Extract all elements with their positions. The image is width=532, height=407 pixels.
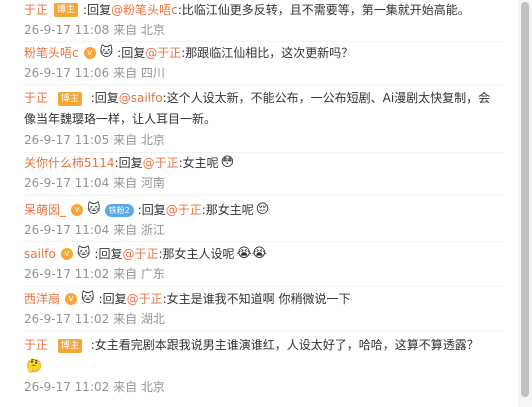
scrollbar[interactable] bbox=[518, 0, 532, 407]
author-badge: 博主 bbox=[57, 338, 82, 353]
reply-prefix: :回复 bbox=[94, 247, 123, 261]
scrollbar-thumb[interactable] bbox=[521, 2, 529, 397]
commenter-name[interactable]: sailfo bbox=[24, 244, 56, 264]
comment-item: 于正 博主 :回复@sailfo:这个人设太新，不能公布，一公布短剧、Ai漫剧太… bbox=[24, 88, 498, 150]
comment-item: 于正 博主 :女主看完剧本跟我说男主谁演谁红，人设太好了，哈哈，这算不算透露？ … bbox=[24, 335, 498, 397]
mention-link[interactable]: @于正 bbox=[166, 200, 202, 220]
comment-date: 26-9-17 11:04 bbox=[24, 223, 110, 237]
comment-item: 关你什么柿5114 :回复 @于正 :女主呢 😳 26-9-17 11:04 来… bbox=[24, 153, 498, 193]
commenter-name[interactable]: 于正 bbox=[24, 91, 48, 105]
divider bbox=[24, 41, 504, 42]
emoji-icon: 😳 bbox=[220, 155, 235, 170]
fan-level-badge: 铁粉2 bbox=[104, 203, 134, 217]
comment-date: 26-9-17 11:08 bbox=[24, 23, 110, 37]
comment-location: 河南 bbox=[140, 176, 165, 190]
comment-from: 来自 bbox=[113, 23, 138, 37]
divider bbox=[24, 84, 504, 85]
comment-location: 广东 bbox=[140, 267, 165, 281]
comment-date: 26-9-17 11:04 bbox=[24, 176, 110, 190]
commenter-name[interactable]: 于正 bbox=[24, 0, 48, 20]
comment-text: :女主呢 bbox=[178, 156, 219, 170]
comment-text: :那跟临江仙相比，这次更新吗？ bbox=[181, 46, 354, 60]
cat-avatar-icon: 🐱 bbox=[87, 202, 101, 217]
emoji-icon: 🤔 bbox=[26, 359, 43, 374]
commenter-name[interactable]: 于正 bbox=[24, 338, 48, 352]
emoji-icon: 😔 bbox=[255, 202, 270, 217]
reply-prefix: :回复 bbox=[98, 292, 127, 306]
commenter-name[interactable]: 粉笔头唔c bbox=[24, 43, 79, 63]
comment-from: 来自 bbox=[113, 380, 138, 394]
comment-text: :那女主人设呢 bbox=[158, 247, 235, 261]
comment-from: 来自 bbox=[113, 223, 138, 237]
comment-location: 北京 bbox=[140, 23, 165, 37]
comment-from: 来自 bbox=[113, 312, 138, 326]
comment-location: 浙江 bbox=[140, 223, 165, 237]
comment-date: 26-9-17 11:02 bbox=[24, 267, 110, 281]
verified-icon: v bbox=[60, 248, 73, 260]
mention-link[interactable]: @粉笔头唔c bbox=[111, 0, 178, 20]
reply-prefix: :回复 bbox=[114, 156, 143, 170]
divider bbox=[24, 195, 504, 196]
verified-icon: v bbox=[71, 204, 84, 216]
comment-date: 26-9-17 11:06 bbox=[24, 66, 110, 80]
comment-date: 26-9-17 11:02 bbox=[24, 312, 110, 326]
reply-prefix: :回复 bbox=[137, 203, 166, 217]
comment-location: 四川 bbox=[140, 66, 165, 80]
reply-prefix: :回复 bbox=[83, 3, 112, 17]
comment-from: 来自 bbox=[113, 267, 138, 281]
comment-item: 西洋扇 v 🐱 :回复 @于正 :女主是谁我不知道啊 你稍微说一下 26-9-1… bbox=[24, 289, 498, 329]
comment-date: 26-9-17 11:02 bbox=[24, 380, 110, 394]
comment-thread: 于正 博主 :回复 @粉笔头唔c :比临江仙更多反转，且不需要等，第一集就开始高… bbox=[0, 0, 532, 407]
verified-icon: v bbox=[83, 47, 96, 59]
cat-avatar-icon: 🐱 bbox=[76, 246, 91, 261]
mention-link[interactable]: @于正 bbox=[122, 244, 158, 264]
comment-date: 26-9-17 11:05 bbox=[24, 133, 110, 147]
divider bbox=[24, 286, 504, 287]
mention-link[interactable]: @sailfo bbox=[119, 91, 163, 105]
author-badge: 博主 bbox=[57, 91, 82, 106]
cat-avatar-icon: 🐱 bbox=[81, 291, 95, 306]
mention-link[interactable]: @于正 bbox=[145, 43, 181, 63]
comment-location: 湖北 bbox=[140, 312, 165, 326]
divider bbox=[24, 331, 504, 332]
comment-text: :那女主呢 bbox=[201, 203, 254, 217]
comment-location: 北京 bbox=[140, 133, 165, 147]
mention-link[interactable]: @于正 bbox=[143, 153, 179, 173]
comment-item: 于正 博主 :回复 @粉笔头唔c :比临江仙更多反转，且不需要等，第一集就开始高… bbox=[24, 0, 498, 40]
comment-from: 来自 bbox=[113, 176, 138, 190]
commenter-name[interactable]: 关你什么柿5114 bbox=[24, 153, 115, 173]
comment-text: :女主看完剧本跟我说男主谁演谁红，人设太好了，哈哈，这算不算透露？ bbox=[90, 338, 479, 352]
emoji-icon: 😭😭 bbox=[236, 246, 267, 261]
comment-item: 呆萌囡_ v 🐱 铁粉2 :回复 @于正 :那女主呢 😔 26-9-17 11:… bbox=[24, 200, 498, 240]
commenter-name[interactable]: 西洋扇 bbox=[24, 289, 60, 309]
comment-item: sailfo v 🐱 :回复 @于正 :那女主人设呢 😭😭 26-9-17 11… bbox=[24, 244, 498, 284]
reply-prefix: :回复 bbox=[117, 46, 146, 60]
comment-location: 北京 bbox=[140, 380, 165, 394]
cat-avatar-icon: 🐱 bbox=[99, 45, 114, 60]
comment-text: :女主是谁我不知道啊 你稍微说一下 bbox=[162, 292, 351, 306]
divider bbox=[24, 241, 504, 242]
comment-text: :比临江仙更多反转，且不需要等，第一集就开始高能。 bbox=[177, 3, 470, 17]
comment-from: 来自 bbox=[113, 133, 138, 147]
commenter-name[interactable]: 呆萌囡_ bbox=[24, 200, 66, 220]
author-badge: 博主 bbox=[54, 3, 79, 17]
mention-link[interactable]: @于正 bbox=[127, 289, 163, 309]
verified-icon: v bbox=[65, 293, 78, 305]
reply-prefix: :回复 bbox=[90, 91, 119, 105]
comment-item: 粉笔头唔c v 🐱 :回复 @于正 :那跟临江仙相比，这次更新吗？ 26-9-1… bbox=[24, 43, 498, 83]
comment-from: 来自 bbox=[113, 66, 138, 80]
